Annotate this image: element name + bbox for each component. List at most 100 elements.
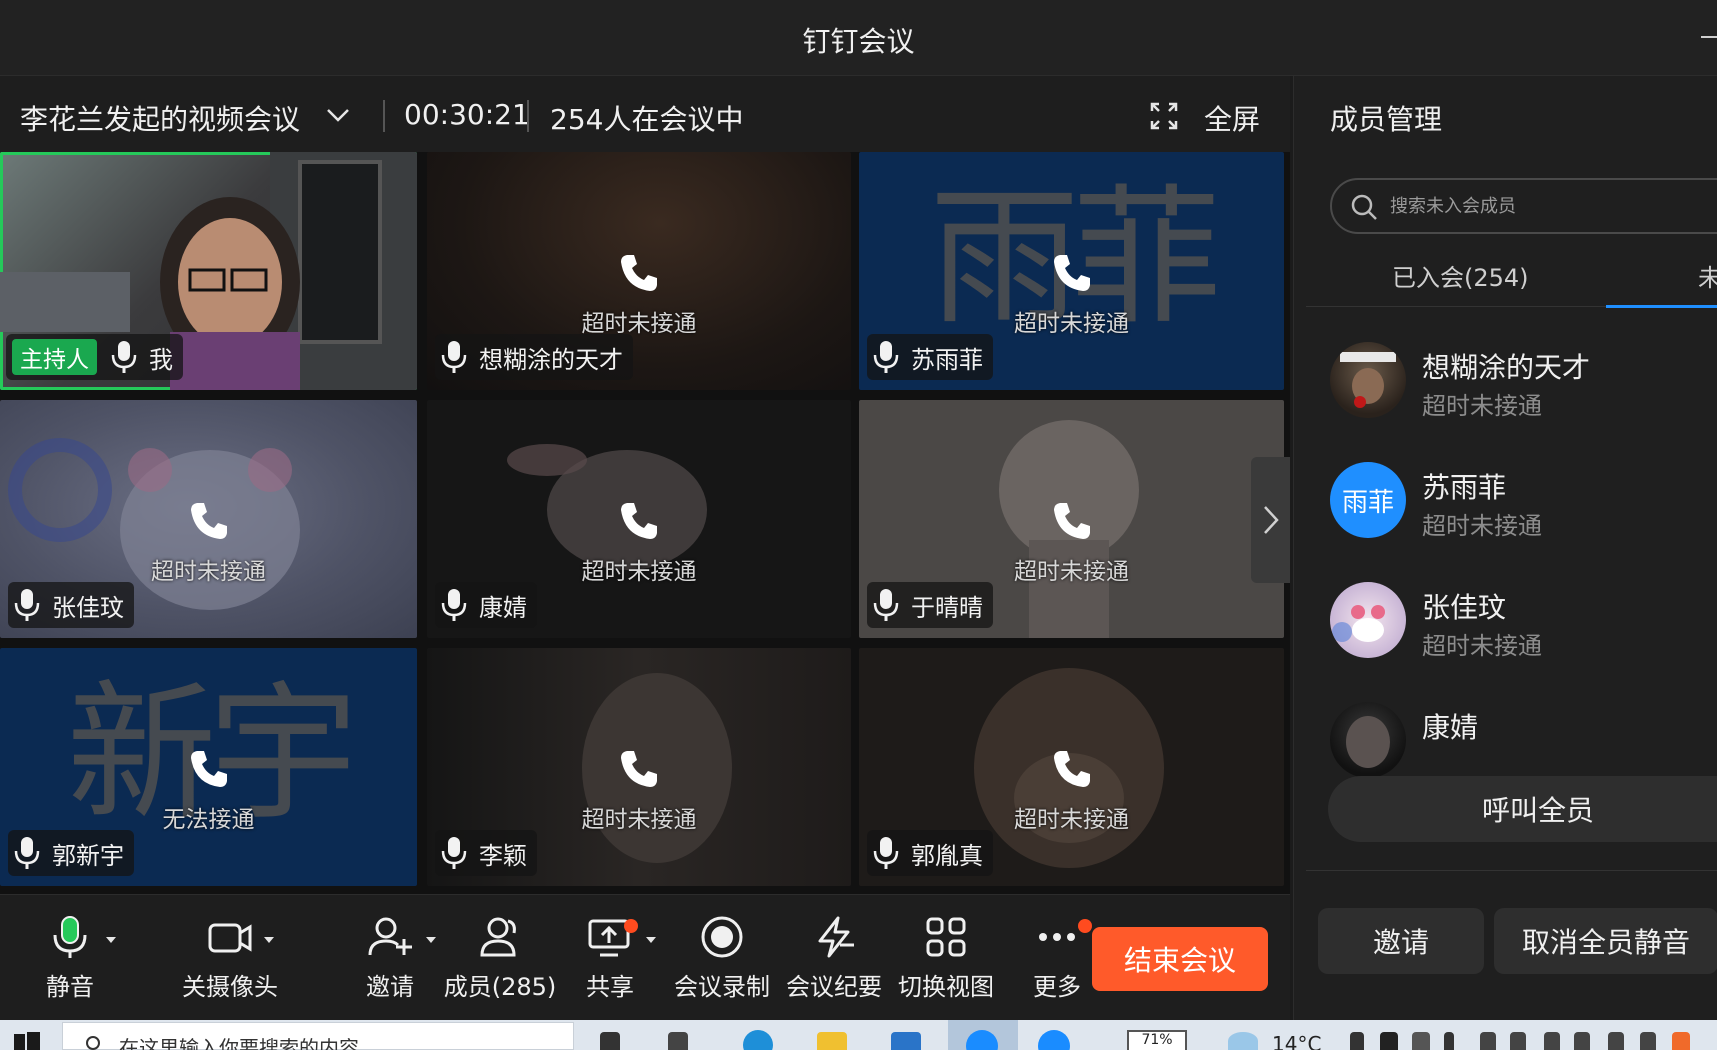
- tray-icon[interactable]: [1350, 1032, 1364, 1050]
- member-search[interactable]: [1330, 178, 1717, 234]
- qq-icon[interactable]: [1380, 1032, 1398, 1050]
- browser-icon[interactable]: [743, 1030, 773, 1050]
- taskbar: 在这里输入你要搜索的内容 71% 14°C: [0, 1020, 1717, 1050]
- video-tile-self[interactable]: 主持人 我: [0, 152, 417, 390]
- volume-icon[interactable]: [1544, 1032, 1560, 1050]
- meeting-info-bar: 李花兰发起的视频会议 00:30:21 254人在会议中 全屏: [0, 76, 1290, 152]
- participant-namechip: 想糊涂的天才: [435, 334, 633, 380]
- member-panel: 成员管理 已入会(254) 未 想糊涂的天才 超时未接通 雨菲 苏雨菲 超时未接…: [1293, 76, 1717, 1020]
- search-input[interactable]: [1390, 190, 1710, 222]
- video-tile[interactable]: 超时未接通 郭胤真: [859, 648, 1284, 886]
- weather-temperature[interactable]: 14°C: [1272, 1032, 1321, 1050]
- end-meeting-button[interactable]: 结束会议: [1092, 927, 1268, 991]
- share-button[interactable]: 共享: [570, 915, 656, 1015]
- network-icon[interactable]: [1574, 1032, 1590, 1050]
- participant-namechip: 主持人 我: [6, 334, 183, 380]
- tray-icon[interactable]: [1480, 1032, 1496, 1050]
- video-tile[interactable]: 超时未接通 于晴晴: [859, 400, 1284, 638]
- participant-namechip: 苏雨菲: [867, 334, 993, 380]
- participant-name: 于晴晴: [911, 593, 983, 622]
- store-icon[interactable]: [891, 1032, 921, 1050]
- video-tile[interactable]: 新宇 无法接通 郭新宇: [0, 648, 417, 886]
- more-button[interactable]: 更多: [1012, 915, 1102, 1015]
- microphone-icon: [441, 837, 467, 869]
- fullscreen-icon[interactable]: [1150, 102, 1178, 130]
- file-explorer-icon[interactable]: [817, 1032, 847, 1050]
- invite-member-button[interactable]: 邀请: [1318, 908, 1484, 974]
- task-view-icon[interactable]: [600, 1032, 620, 1050]
- panel-divider: [1306, 870, 1717, 871]
- window-title: 钉钉会议: [802, 25, 915, 58]
- caret-down-icon[interactable]: [644, 933, 658, 947]
- window-title-bar: 钉钉会议: [0, 0, 1717, 76]
- divider: [527, 100, 529, 132]
- minutes-button[interactable]: 会议纪要: [782, 915, 886, 1015]
- tray-icon[interactable]: [1444, 1032, 1454, 1050]
- fullscreen-button[interactable]: 全屏: [1204, 98, 1260, 138]
- video-tile[interactable]: 超时未接通 想糊涂的天才: [427, 152, 851, 390]
- participant-name: 康婧: [479, 593, 527, 622]
- member-status: 超时未接通: [1422, 512, 1542, 540]
- member-item[interactable]: 雨菲 苏雨菲 超时未接通: [1330, 462, 1717, 542]
- phone-icon: [621, 255, 657, 291]
- caret-down-icon[interactable]: [104, 933, 118, 947]
- video-tile[interactable]: 超时未接通 张佳玟: [0, 400, 417, 638]
- widgets-icon[interactable]: [668, 1032, 688, 1050]
- next-page-button[interactable]: [1251, 457, 1290, 583]
- participant-name: 想糊涂的天才: [479, 345, 623, 374]
- windows-start-icon[interactable]: [14, 1032, 40, 1050]
- call-status: 超时未接通: [581, 311, 697, 337]
- invite-button[interactable]: 邀请: [350, 915, 436, 1015]
- member-name: 康婧: [1422, 711, 1479, 744]
- phone-icon: [621, 751, 657, 787]
- camera-button[interactable]: 关摄像头: [170, 915, 290, 1015]
- tray-icon[interactable]: [1608, 1032, 1624, 1050]
- caret-down-icon[interactable]: [424, 933, 438, 947]
- switch-view-button[interactable]: 切换视图: [894, 915, 998, 1015]
- taskbar-search[interactable]: 在这里输入你要搜索的内容: [62, 1022, 574, 1050]
- call-status: 超时未接通: [581, 807, 697, 833]
- member-name: 张佳玟: [1422, 591, 1507, 624]
- video-tile[interactable]: 超时未接通 李颖: [427, 648, 851, 886]
- chevron-right-icon: [1264, 506, 1279, 534]
- video-tile[interactable]: 雨菲 超时未接通 苏雨菲: [859, 152, 1284, 390]
- member-item[interactable]: 想糊涂的天才 超时未接通: [1330, 342, 1717, 422]
- member-name: 想糊涂的天才: [1422, 351, 1591, 384]
- caret-down-icon[interactable]: [262, 933, 276, 947]
- camera-icon: [208, 923, 252, 953]
- video-tile[interactable]: 超时未接通 康婧: [427, 400, 851, 638]
- members-button[interactable]: 成员(285): [440, 915, 560, 1015]
- tray-icon[interactable]: [1672, 1032, 1690, 1050]
- tray-icon[interactable]: [1510, 1032, 1526, 1050]
- tab-joined[interactable]: 已入会(254): [1392, 258, 1529, 293]
- battery-indicator[interactable]: 71%: [1127, 1030, 1187, 1050]
- call-status: 超时未接通: [1014, 807, 1129, 833]
- meeting-title[interactable]: 李花兰发起的视频会议: [20, 98, 300, 138]
- record-icon: [701, 916, 743, 958]
- minutes-label: 会议纪要: [786, 973, 882, 1001]
- phone-icon: [621, 503, 657, 539]
- participant-name: 苏雨菲: [911, 345, 983, 374]
- member-item[interactable]: 康婧: [1330, 702, 1717, 782]
- chevron-down-icon[interactable]: [325, 102, 351, 128]
- tab-not-joined[interactable]: 未: [1698, 258, 1717, 293]
- member-item[interactable]: 张佳玟 超时未接通: [1330, 582, 1717, 662]
- tray-icon[interactable]: [1412, 1032, 1430, 1050]
- meeting-toolbar: 静音 关摄像头 邀请 成员(285) 共享 会议录制 会议纪要 切换视图 更多 …: [0, 894, 1290, 1020]
- avatar: [1330, 342, 1406, 418]
- participant-namechip: 李颖: [435, 830, 537, 876]
- minimize-button[interactable]: [1701, 36, 1717, 38]
- participant-namechip: 张佳玟: [8, 582, 134, 628]
- tray-icon[interactable]: [1640, 1032, 1656, 1050]
- lightning-icon: [818, 916, 854, 958]
- participant-name: 郭胤真: [911, 841, 983, 870]
- unmute-all-button[interactable]: 取消全员静音: [1494, 908, 1717, 974]
- notification-dot: [1078, 919, 1092, 933]
- more-label: 更多: [1033, 973, 1081, 1001]
- call-status: 无法接通: [162, 807, 255, 833]
- record-button[interactable]: 会议录制: [670, 915, 774, 1015]
- phone-icon: [190, 503, 227, 539]
- mute-button[interactable]: 静音: [30, 915, 116, 1015]
- call-all-button[interactable]: 呼叫全员: [1328, 776, 1717, 842]
- dingtalk-app-icon[interactable]: [1038, 1030, 1070, 1050]
